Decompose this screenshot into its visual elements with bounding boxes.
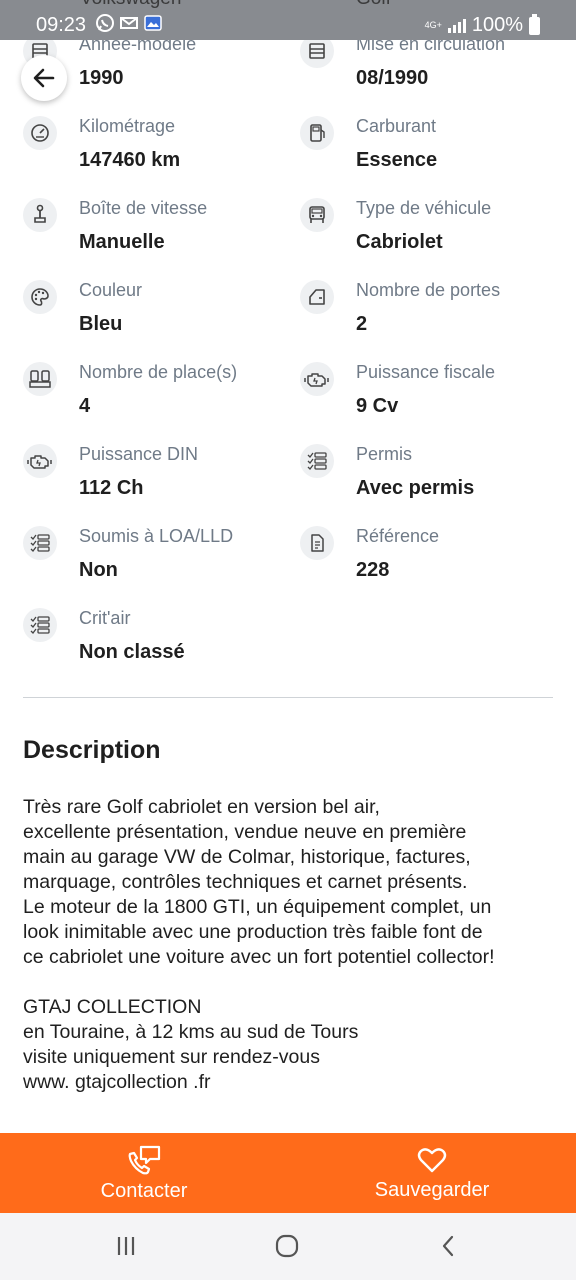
mail-icon	[120, 17, 138, 29]
signal-icon	[447, 18, 466, 33]
spec-value: Avec permis	[356, 477, 475, 499]
spec-kilometrage: Kilométrage 147460 km	[23, 116, 283, 186]
spec-value: Essence	[356, 149, 438, 171]
contact-button[interactable]: Contacter	[0, 1133, 288, 1213]
spec-label: Nombre de portes	[356, 280, 501, 300]
phone-chat-icon	[128, 1145, 161, 1174]
home-button[interactable]	[267, 1231, 307, 1261]
spec-label: Référence	[356, 526, 440, 546]
network-type: 4G+	[424, 20, 442, 30]
door-icon	[300, 280, 334, 314]
spec-value: Cabriolet	[356, 231, 443, 253]
car-front-icon	[300, 198, 334, 232]
spec-value: Non	[79, 559, 118, 581]
spec-puissance-din: Puissance DIN 112 Ch	[23, 444, 283, 514]
spec-label: Carburant	[356, 116, 437, 136]
spec-label: Couleur	[79, 280, 143, 300]
gallery-icon	[144, 15, 162, 31]
spec-label: Puissance DIN	[79, 444, 199, 464]
clipped-model-title: Golf	[356, 0, 391, 10]
chevron-left-icon	[442, 1235, 454, 1257]
spec-type-de-vehicule: Type de véhicule Cabriolet	[300, 198, 560, 268]
spec-value: 9 Cv	[356, 395, 399, 417]
heart-icon	[417, 1147, 447, 1172]
spec-label: Kilométrage	[79, 116, 176, 136]
clipped-make-title: Volkswagen	[80, 0, 181, 10]
arrow-left-icon	[33, 68, 55, 88]
back-button[interactable]	[21, 55, 67, 101]
spec-value: 228	[356, 559, 390, 581]
spec-mise-en-circulation: Mise en circulation 08/1990	[300, 34, 560, 104]
spec-permis: Permis Avec permis	[300, 444, 560, 514]
spec-value: 2	[356, 313, 368, 335]
spec-couleur: Couleur Bleu	[23, 280, 283, 350]
section-divider	[23, 697, 553, 698]
spec-boite-de-vitesse: Boîte de vitesse Manuelle	[23, 198, 283, 268]
status-bar: Volkswagen Golf 09:23 4G+ 100%	[0, 0, 576, 40]
spec-value: Non classé	[79, 641, 185, 663]
description-heading: Description	[23, 736, 161, 764]
gear-stick-icon	[23, 198, 57, 232]
spec-value: Manuelle	[79, 231, 165, 253]
checklist-icon	[23, 608, 57, 642]
spec-reference: Référence 228	[300, 526, 560, 596]
contact-label: Contacter	[100, 1179, 188, 1202]
action-bar: Contacter Sauvegarder	[0, 1133, 576, 1213]
description-text: Très rare Golf cabriolet en version bel …	[23, 796, 495, 1093]
document-icon	[300, 526, 334, 560]
engine-icon	[300, 362, 334, 396]
spec-value: 112 Ch	[79, 477, 144, 499]
recent-apps-icon	[117, 1237, 135, 1255]
save-label: Sauvegarder	[374, 1178, 490, 1201]
engine-icon	[23, 444, 57, 478]
save-button[interactable]: Sauvegarder	[288, 1133, 576, 1213]
checklist-icon	[300, 444, 334, 478]
spec-soumis-loa-lld: Soumis à LOA/LLD Non	[23, 526, 283, 596]
spec-nombre-de-portes: Nombre de portes 2	[300, 280, 560, 350]
status-right: 4G+ 100%	[424, 13, 540, 37]
spec-value: 147460 km	[79, 149, 181, 171]
spec-label: Soumis à LOA/LLD	[79, 526, 234, 546]
battery-icon	[529, 13, 540, 35]
system-nav-bar	[0, 1213, 576, 1280]
spec-critair: Crit'air Non classé	[23, 608, 283, 678]
notification-icons	[95, 13, 163, 33]
recent-apps-button[interactable]	[106, 1231, 146, 1261]
spec-label: Permis	[356, 444, 413, 464]
spec-nombre-de-places: Nombre de place(s) 4	[23, 362, 283, 432]
palette-icon	[23, 280, 57, 314]
spec-label: Puissance fiscale	[356, 362, 496, 382]
spec-label: Boîte de vitesse	[79, 198, 208, 218]
spec-value: 08/1990	[356, 67, 429, 89]
seats-icon	[23, 362, 57, 396]
spec-puissance-fiscale: Puissance fiscale 9 Cv	[300, 362, 560, 432]
spec-value: Bleu	[79, 313, 123, 335]
spec-label: Crit'air	[79, 608, 131, 628]
status-time: 09:23	[36, 14, 87, 36]
home-icon	[275, 1234, 299, 1258]
spec-label: Nombre de place(s)	[79, 362, 238, 382]
speedometer-icon	[23, 116, 57, 150]
checklist-icon	[23, 526, 57, 560]
whatsapp-icon	[96, 14, 114, 32]
spec-label: Type de véhicule	[356, 198, 492, 218]
spec-value: 1990	[79, 67, 124, 89]
system-back-button[interactable]	[429, 1231, 469, 1261]
battery-percent: 100%	[471, 14, 523, 36]
spec-carburant: Carburant Essence	[300, 116, 560, 186]
spec-value: 4	[79, 395, 91, 417]
fuel-pump-icon	[300, 116, 334, 150]
